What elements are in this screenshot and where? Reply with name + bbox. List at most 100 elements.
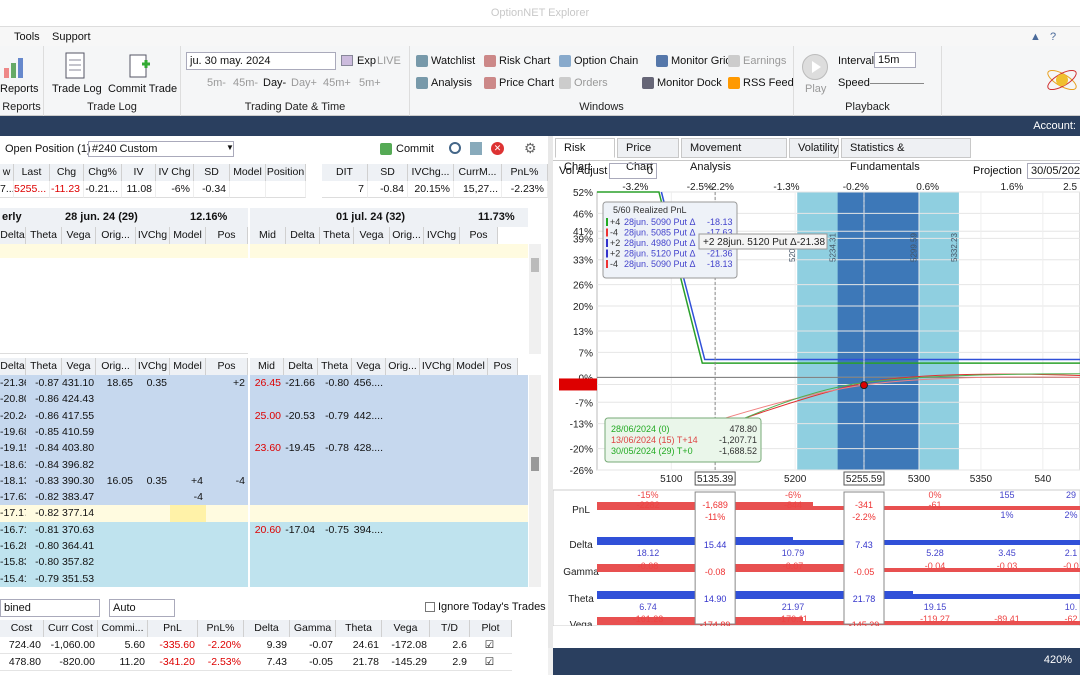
cursor-x-label: 5135.39: [697, 474, 734, 485]
price-chart-button[interactable]: Price Chart: [484, 77, 554, 90]
chain-row[interactable]: -16.28 -0.80364.41: [0, 538, 528, 555]
chain-row[interactable]: -15.41 -0.79351.53: [0, 570, 528, 587]
table-cell: [230, 181, 266, 198]
column-header: Model: [170, 358, 206, 375]
chain-row[interactable]: -18.13 -0.83390.30 16.05 0.35 +4 -4: [0, 472, 528, 490]
analysis-button[interactable]: Analysis: [416, 77, 472, 90]
chain-row[interactable]: -21.36 -0.87431.10 18.65 0.35 +2 26.45 -21.66-…: [0, 375, 528, 392]
chain-cell: [136, 505, 170, 522]
step-45m-forward[interactable]: 45m+: [323, 77, 351, 89]
chain-cell: [352, 538, 386, 555]
menu-tools[interactable]: Tools: [14, 31, 40, 43]
table-icon[interactable]: [470, 142, 482, 155]
column-header: Theta: [336, 620, 382, 637]
chain-cell: [318, 424, 352, 441]
chain-cell: [170, 571, 206, 587]
position-select-arrow-icon[interactable]: ▼: [226, 143, 234, 152]
trade-log-icon[interactable]: [64, 52, 86, 83]
summary-row[interactable]: 478.80 -820.00 11.20 -341.20 -2.53% 7.43 -0.05…: [0, 654, 548, 671]
chain-cell: -0.85: [35, 425, 59, 438]
commit-trade-button[interactable]: Commit Trade: [108, 83, 177, 95]
orders-button[interactable]: Orders: [559, 77, 608, 90]
account-bar: Account:: [0, 116, 1080, 136]
chain-cell: [318, 554, 352, 571]
earnings-label: Earnings: [743, 55, 787, 67]
tab-statistics-fundamentals[interactable]: Statistics & Fundamentals: [841, 138, 971, 173]
summary-cell: 21.78: [336, 654, 382, 671]
position-select[interactable]: #240 Custom: [88, 141, 234, 157]
trade-log-button[interactable]: Trade Log: [52, 83, 102, 95]
risk-chart[interactable]: 52%46%41%39%33%26%20%13%7%0%-2%-7%-13%-2…: [553, 180, 1080, 626]
chain-row[interactable]: -19.15 -0.84403.80 23.60 -19.45 -0.78 428....: [0, 440, 528, 458]
ribbon-collapse-icon[interactable]: ▲: [1030, 31, 1041, 43]
chain-row[interactable]: -20.80 -0.86424.43: [0, 391, 528, 409]
chain-row[interactable]: -19.68 -0.85410.59: [0, 423, 528, 441]
chain-row[interactable]: -17.17 -0.82377.14: [0, 505, 528, 523]
commit-trade-icon[interactable]: [128, 52, 154, 83]
exp-button[interactable]: Exp: [357, 55, 376, 67]
chain-row[interactable]: -15.83 -0.80357.82: [0, 554, 528, 572]
play-button[interactable]: Play: [805, 83, 826, 95]
interval-select[interactable]: 15m: [874, 52, 916, 68]
table-cell: 11.08: [122, 181, 156, 198]
chain-cell: -0.84: [35, 442, 59, 455]
risk-chart-button[interactable]: Risk Chart: [484, 55, 550, 68]
vol-adjust-input[interactable]: 0: [609, 163, 657, 179]
auto-select[interactable]: Auto: [109, 599, 175, 617]
ignore-trades-checkbox[interactable]: [425, 602, 435, 612]
date-caption: Trading Date & Time: [244, 101, 346, 113]
step-5m-back[interactable]: 5m-: [207, 77, 226, 89]
step-day-back[interactable]: Day-: [263, 77, 286, 89]
watchlist-button[interactable]: Watchlist: [416, 55, 475, 68]
menu-support[interactable]: Support: [52, 31, 91, 43]
splitter[interactable]: [548, 136, 553, 648]
summary-cell[interactable]: ☑: [470, 654, 512, 671]
reports-icon[interactable]: [2, 54, 30, 83]
reports-button[interactable]: Reports: [0, 83, 39, 95]
monitor-dock-button[interactable]: Monitor Dock: [642, 77, 722, 90]
gamma-value: -0.07: [783, 561, 804, 571]
live-button[interactable]: LIVE: [377, 55, 401, 67]
gear-icon[interactable]: ⚙: [524, 140, 537, 157]
date-picker[interactable]: ju. 30 may. 2024: [186, 52, 336, 70]
commit-button[interactable]: Commit: [396, 143, 434, 155]
help-icon[interactable]: ?: [1050, 31, 1056, 43]
summary-cell: 9.39: [244, 637, 290, 654]
chain-scrollbar[interactable]: [529, 375, 541, 587]
rss-feed-button[interactable]: RSS Feed: [728, 77, 794, 90]
tab-volatility[interactable]: Volatility: [789, 138, 839, 158]
chain-cell: 424.43: [62, 393, 95, 406]
grid-scrollbar[interactable]: [529, 244, 541, 354]
tab-movement-analysis[interactable]: Movement Analysis: [681, 138, 787, 173]
play-icon[interactable]: [802, 54, 828, 80]
step-5m-forward[interactable]: 5m+: [359, 77, 381, 89]
chain-row[interactable]: -18.61 -0.84396.82: [0, 456, 528, 474]
tab-risk-chart[interactable]: Risk Chart: [555, 138, 615, 173]
speed-slider[interactable]: [870, 83, 924, 84]
chain-row[interactable]: -20.24 -0.86417.55 25.00 -20.53 -0.79 442....: [0, 407, 528, 425]
rss-feed-icon: [728, 77, 740, 90]
option-chain-button[interactable]: Option Chain: [559, 55, 638, 68]
earnings-button[interactable]: Earnings: [728, 55, 787, 68]
step-45m-back[interactable]: 45m-: [233, 77, 258, 89]
combined-select[interactable]: bined: [0, 599, 100, 617]
projection-input[interactable]: 30/05/2024: [1027, 163, 1080, 179]
summary-cell[interactable]: ☑: [470, 637, 512, 654]
calendar-icon[interactable]: [341, 55, 353, 66]
close-icon[interactable]: ✕: [491, 142, 504, 155]
monitor-grid-button[interactable]: Monitor Grid: [656, 55, 732, 68]
tab-price-chart[interactable]: Price Chart: [617, 138, 679, 173]
chain-cell: [170, 505, 206, 523]
chain-cell: -20.24: [0, 409, 26, 422]
top-pct-label: -1.3%: [773, 182, 799, 193]
search-icon[interactable]: [449, 142, 461, 154]
chain-row[interactable]: -17.63 -0.82383.47 -4: [0, 489, 528, 507]
current-price-dot[interactable]: [859, 381, 868, 390]
step-day-forward[interactable]: Day+: [291, 77, 317, 89]
summary-cell: -341.20: [148, 654, 198, 671]
chain-cell: [170, 391, 206, 408]
chain-row[interactable]: -16.71 -0.81370.63 20.60 -17.04 -0.75 394....: [0, 521, 528, 539]
playback-caption: Playback: [845, 101, 890, 113]
band-label: 5299.59: [909, 233, 918, 262]
summary-row[interactable]: 724.40 -1,060.00 5.60 -335.60 -2.20% 9.39 -0.0…: [0, 637, 548, 654]
